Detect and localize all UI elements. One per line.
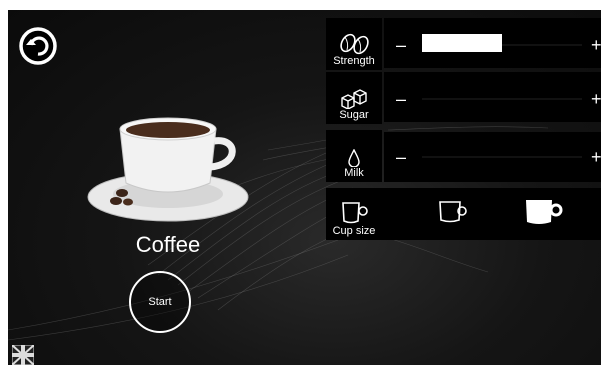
milk-slider-track[interactable] <box>422 156 582 158</box>
coffee-cup-image <box>87 117 249 222</box>
uk-flag-icon[interactable] <box>12 345 34 365</box>
sugar-slider-track[interactable] <box>422 98 582 100</box>
back-arrow-icon <box>19 27 57 65</box>
strength-decrease-button[interactable]: – <box>396 36 406 54</box>
strength-label: Strength <box>333 55 375 67</box>
start-button[interactable]: Start <box>129 271 191 333</box>
sugar-decrease-button[interactable]: – <box>396 90 406 108</box>
sugar-increase-button[interactable]: + <box>591 90 601 108</box>
milk-drop-icon <box>347 149 361 167</box>
sugar-label: Sugar <box>339 109 369 121</box>
strength-tile: Strength <box>326 18 382 70</box>
sugar-cubes-icon <box>339 89 369 109</box>
milk-decrease-button[interactable]: – <box>396 148 406 166</box>
cup-size-icon <box>339 201 369 225</box>
coffee-machine-screen: Coffee Start Strength – + Sugar – + Milk… <box>8 10 601 365</box>
product-name: Coffee <box>135 232 201 257</box>
cup-size-label: Cup size <box>332 225 376 237</box>
cup-size-option-medium[interactable] <box>438 200 470 229</box>
coffee-beans-icon <box>337 33 371 55</box>
milk-label: Milk <box>344 167 364 179</box>
sugar-row <box>384 72 601 122</box>
sugar-tile: Sugar <box>326 72 382 124</box>
cup-size-option-large-selected[interactable] <box>524 198 564 231</box>
cup-size-tile: Cup size <box>326 188 382 240</box>
milk-tile: Milk <box>326 130 382 182</box>
strength-level-bar[interactable] <box>422 34 502 52</box>
back-button[interactable] <box>18 26 58 66</box>
medium-cup-icon <box>439 201 467 223</box>
milk-increase-button[interactable]: + <box>591 148 601 166</box>
strength-increase-button[interactable]: + <box>591 36 601 54</box>
large-cup-icon <box>526 200 563 224</box>
start-label: Start <box>148 296 172 308</box>
